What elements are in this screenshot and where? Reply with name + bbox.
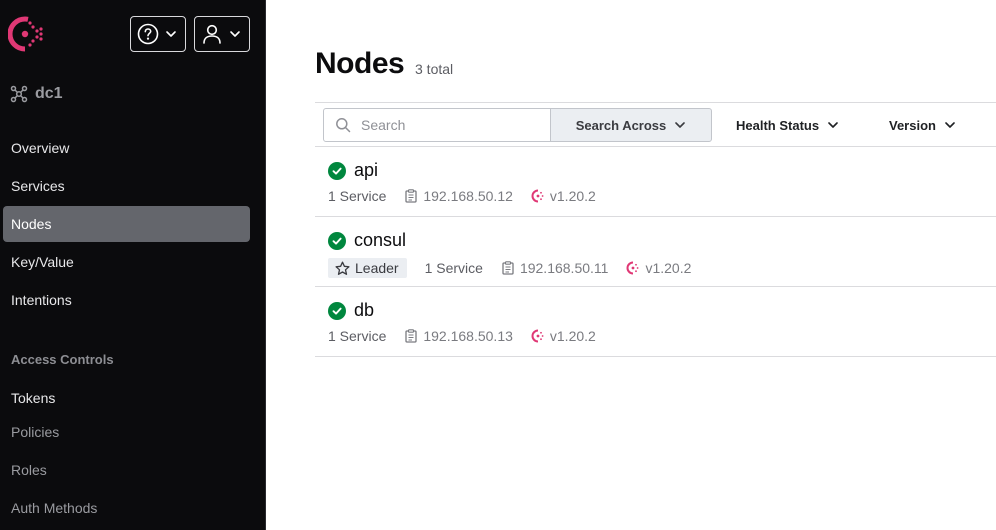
version-filter[interactable]: Version xyxy=(889,108,956,142)
search-across-label: Search Across xyxy=(575,117,667,133)
sidebar-item-roles[interactable]: Roles xyxy=(3,452,250,488)
datacenter-selector[interactable]: dc1 xyxy=(10,84,63,104)
node-ip: 192.168.50.12 xyxy=(423,188,513,204)
sidebar-item-intentions[interactable]: Intentions xyxy=(3,282,250,318)
node-address: 192.168.50.13 xyxy=(404,328,513,344)
consul-logo-icon xyxy=(531,329,545,343)
node-version: v1.20.2 xyxy=(531,328,596,344)
consul-logo-icon xyxy=(626,261,640,275)
sidebar-item-services[interactable]: Services xyxy=(3,168,250,204)
node-address: 192.168.50.12 xyxy=(404,188,513,204)
node-ip: 192.168.50.13 xyxy=(423,328,513,344)
node-name[interactable]: api xyxy=(354,160,378,181)
node-address: 192.168.50.11 xyxy=(501,260,609,276)
datacenter-label: dc1 xyxy=(35,85,63,102)
filter-toolbar: Search Across Health Status Version xyxy=(315,102,996,147)
search-icon xyxy=(335,117,351,133)
node-version: v1.20.2 xyxy=(626,260,691,276)
chevron-down-icon xyxy=(944,119,956,131)
datacenter-cluster-icon xyxy=(10,85,28,103)
clipboard-address-icon xyxy=(404,329,418,343)
page-title: Nodes xyxy=(315,47,405,80)
consul-logo-icon[interactable] xyxy=(7,16,46,52)
chevron-down-icon xyxy=(827,119,839,131)
node-version: v1.20.2 xyxy=(531,188,596,204)
chevron-down-icon xyxy=(674,119,686,131)
node-meta: 1 Service 192.168.50.13 v1.20.2 xyxy=(328,328,596,344)
sidebar-item-auth-methods[interactable]: Auth Methods xyxy=(3,490,250,526)
node-ip: 192.168.50.11 xyxy=(519,260,609,276)
search-across-dropdown[interactable]: Search Across xyxy=(550,108,712,142)
node-header: db xyxy=(328,300,374,321)
node-header: consul xyxy=(328,230,406,251)
health-passing-icon xyxy=(328,231,346,250)
sidebar-item-key-value[interactable]: Key/Value xyxy=(3,244,250,280)
node-header: api xyxy=(328,160,378,181)
node-version-label: v1.20.2 xyxy=(549,188,596,204)
chevron-down-icon xyxy=(229,28,241,40)
help-circle-icon xyxy=(137,23,159,45)
node-row-db[interactable]: db 1 Service 192.168.50.13 v1.20.2 xyxy=(315,287,996,357)
search-box xyxy=(323,108,551,142)
sidebar-item-nodes[interactable]: Nodes xyxy=(3,206,250,242)
node-row-api[interactable]: api 1 Service 192.168.50.12 v1.20.2 xyxy=(315,147,996,217)
leader-label: Leader xyxy=(355,260,399,276)
node-services-count: 1 Service xyxy=(424,260,483,276)
node-count: 3 total xyxy=(415,61,454,77)
node-name[interactable]: consul xyxy=(354,230,406,251)
clipboard-address-icon xyxy=(501,261,515,275)
consul-logo-icon xyxy=(531,189,545,203)
health-passing-icon xyxy=(328,161,346,180)
chevron-down-icon xyxy=(165,28,177,40)
version-label: Version xyxy=(889,117,936,133)
user-icon xyxy=(201,23,223,45)
node-services-count: 1 Service xyxy=(328,188,387,204)
health-status-filter[interactable]: Health Status xyxy=(736,108,839,142)
search-input[interactable] xyxy=(361,117,541,133)
node-meta: Leader 1 Service 192.168.50.11 v1.20.2 xyxy=(328,258,691,278)
user-menu-button[interactable] xyxy=(194,16,250,52)
help-menu-button[interactable] xyxy=(130,16,186,52)
health-status-label: Health Status xyxy=(736,117,820,133)
sidebar-item-tokens[interactable]: Tokens xyxy=(3,380,250,416)
node-row-consul[interactable]: consul Leader 1 Service 192.168.50.11 v1… xyxy=(315,217,996,287)
node-version-label: v1.20.2 xyxy=(645,260,692,276)
sidebar-item-overview[interactable]: Overview xyxy=(3,130,250,166)
sidebar: dc1 Overview Services Nodes Key/Value In… xyxy=(0,0,266,530)
node-services-count: 1 Service xyxy=(328,328,387,344)
sidebar-item-policies[interactable]: Policies xyxy=(3,414,250,450)
node-meta: 1 Service 192.168.50.12 v1.20.2 xyxy=(328,188,596,204)
health-passing-icon xyxy=(328,301,346,320)
star-icon xyxy=(335,261,350,276)
node-version-label: v1.20.2 xyxy=(549,328,596,344)
node-name[interactable]: db xyxy=(354,300,374,321)
sidebar-section-access-controls: Access Controls xyxy=(11,352,114,367)
leader-badge: Leader xyxy=(328,258,407,278)
clipboard-address-icon xyxy=(404,189,418,203)
